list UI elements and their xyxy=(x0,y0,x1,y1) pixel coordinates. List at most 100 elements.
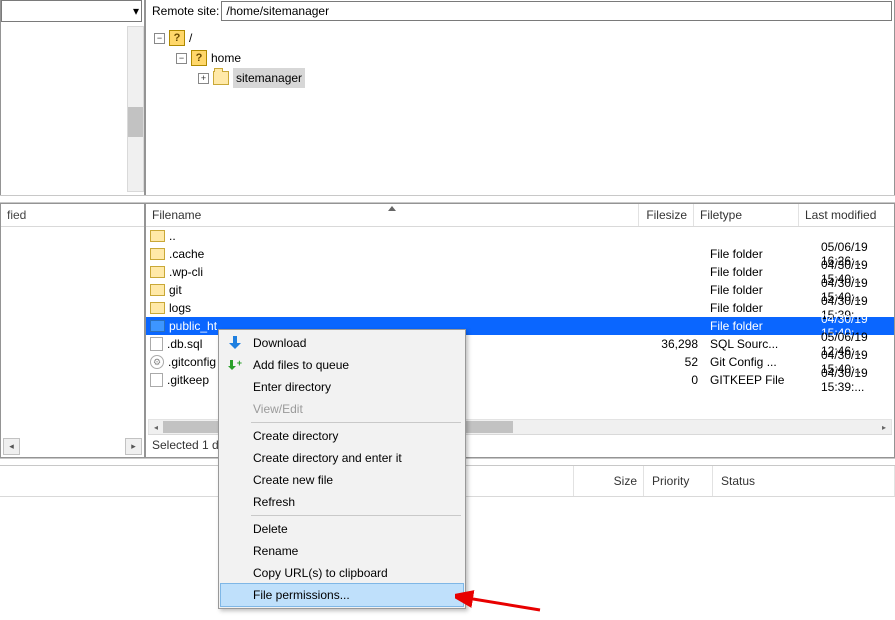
cell-mod: 04/30/19 15:39:... xyxy=(815,366,894,394)
column-filetype[interactable]: Filetype xyxy=(694,204,799,226)
queue-status-column[interactable]: Status xyxy=(713,466,895,496)
chevron-down-icon: ▾ xyxy=(133,4,139,18)
cell-type: File folder xyxy=(704,247,815,261)
folder-icon xyxy=(150,266,165,278)
scroll-left-button[interactable]: ◂ xyxy=(149,421,163,433)
file-name: .cache xyxy=(169,247,204,261)
status-text: Selected 1 di xyxy=(152,438,221,452)
cell-filename: .wp-cli xyxy=(146,265,643,279)
cell-size: 36,298 xyxy=(643,337,704,351)
local-header-text: fied xyxy=(7,208,26,222)
column-modified[interactable]: Last modified xyxy=(799,204,894,226)
file-row[interactable]: gitFile folder04/30/19 15:40:... xyxy=(146,281,894,299)
menu-refresh[interactable]: Refresh xyxy=(221,491,463,513)
file-name: .gitkeep xyxy=(167,373,209,387)
remote-site-label: Remote site: xyxy=(148,4,221,18)
remote-path-bar: Remote site: /home/sitemanager xyxy=(148,0,892,22)
cell-filename: git xyxy=(146,283,643,297)
queue-size-column[interactable]: Size xyxy=(574,466,644,496)
folder-icon xyxy=(150,230,165,242)
context-menu[interactable]: Download + Add files to queue Enter dire… xyxy=(218,329,466,609)
cell-type: File folder xyxy=(704,319,815,333)
menu-delete[interactable]: Delete xyxy=(221,518,463,540)
local-tree-scrollbar[interactable] xyxy=(127,26,144,192)
remote-path-value: /home/sitemanager xyxy=(226,4,329,18)
menu-add-to-queue[interactable]: + Add files to queue xyxy=(221,354,463,376)
expand-icon[interactable]: + xyxy=(198,73,209,84)
menu-separator xyxy=(251,515,461,516)
folder-icon xyxy=(213,71,229,85)
local-path-dropdown[interactable]: ▾ xyxy=(1,0,142,22)
remote-tree[interactable]: − ? / − ? home + sitemanager xyxy=(146,22,894,88)
remote-list-header: Filename Filesize Filetype Last modified xyxy=(146,204,894,227)
unknown-folder-icon: ? xyxy=(191,50,207,66)
collapse-icon[interactable]: − xyxy=(176,53,187,64)
cell-filename: .. xyxy=(146,229,643,243)
scroll-right-button[interactable]: ▸ xyxy=(125,438,142,455)
cell-type: GITKEEP File xyxy=(704,373,815,387)
tree-node-sitemanager[interactable]: + sitemanager xyxy=(154,68,894,88)
scrollbar-thumb[interactable] xyxy=(128,107,143,137)
scroll-left-button[interactable]: ◂ xyxy=(3,438,20,455)
file-icon xyxy=(150,373,163,387)
cell-type: Git Config ... xyxy=(704,355,815,369)
local-tree-panel: ▾ xyxy=(0,0,145,195)
remote-tree-panel: Remote site: /home/sitemanager − ? / − ?… xyxy=(145,0,895,195)
file-name: .gitconfig xyxy=(168,355,216,369)
horizontal-splitter[interactable] xyxy=(0,195,895,203)
file-row[interactable]: logsFile folder04/30/19 15:39:... xyxy=(146,299,894,317)
menu-copy-urls[interactable]: Copy URL(s) to clipboard xyxy=(221,562,463,584)
folder-icon xyxy=(150,248,165,260)
menu-create-directory[interactable]: Create directory xyxy=(221,425,463,447)
local-list-panel: fied ◂ ▸ xyxy=(0,203,145,458)
cell-type: SQL Sourc... xyxy=(704,337,815,351)
folder-icon xyxy=(150,302,165,314)
file-name: git xyxy=(169,283,182,297)
menu-download[interactable]: Download xyxy=(221,332,463,354)
collapse-icon[interactable]: − xyxy=(154,33,165,44)
remote-path-input[interactable]: /home/sitemanager xyxy=(221,1,892,21)
menu-create-new-file[interactable]: Create new file xyxy=(221,469,463,491)
column-filesize[interactable]: Filesize xyxy=(639,204,694,226)
menu-create-directory-enter[interactable]: Create directory and enter it xyxy=(221,447,463,469)
file-icon xyxy=(150,337,163,351)
folder-icon xyxy=(150,284,165,296)
add-queue-icon: + xyxy=(228,358,242,372)
cell-filename: .cache xyxy=(146,247,643,261)
file-row[interactable]: .. xyxy=(146,227,894,245)
column-filename[interactable]: Filename xyxy=(146,204,639,226)
file-name: public_ht xyxy=(169,319,217,333)
tree-label: home xyxy=(211,48,241,68)
top-row: ▾ Remote site: /home/sitemanager − ? / −… xyxy=(0,0,895,195)
menu-enter-directory[interactable]: Enter directory xyxy=(221,376,463,398)
annotation-arrow xyxy=(455,558,555,618)
download-icon xyxy=(229,336,241,350)
menu-view-edit: View/Edit xyxy=(221,398,463,420)
local-list-header[interactable]: fied xyxy=(1,204,144,227)
cell-type: File folder xyxy=(704,265,815,279)
cell-size: 52 xyxy=(643,355,704,369)
folder-icon xyxy=(150,320,165,332)
file-name: .. xyxy=(169,229,176,243)
cell-size: 0 xyxy=(643,373,704,387)
unknown-folder-icon: ? xyxy=(169,30,185,46)
queue-priority-column[interactable]: Priority xyxy=(644,466,713,496)
scroll-right-button[interactable]: ▸ xyxy=(877,421,891,433)
gear-icon: ⚙ xyxy=(150,355,164,369)
cell-type: File folder xyxy=(704,301,815,315)
tree-node-root[interactable]: − ? / xyxy=(154,28,894,48)
sort-ascending-icon xyxy=(388,206,396,211)
tree-label: sitemanager xyxy=(233,68,305,88)
cell-filename: logs xyxy=(146,301,643,315)
tree-node-home[interactable]: − ? home xyxy=(154,48,894,68)
file-row[interactable]: .wp-cliFile folder04/30/19 15:40:... xyxy=(146,263,894,281)
cell-type: File folder xyxy=(704,283,815,297)
menu-file-permissions[interactable]: File permissions... xyxy=(221,584,463,606)
menu-rename[interactable]: Rename xyxy=(221,540,463,562)
file-name: logs xyxy=(169,301,191,315)
tree-label: / xyxy=(189,28,192,48)
menu-separator xyxy=(251,422,461,423)
file-name: .db.sql xyxy=(167,337,202,351)
file-row[interactable]: .cacheFile folder05/06/19 16:26:... xyxy=(146,245,894,263)
file-name: .wp-cli xyxy=(169,265,203,279)
